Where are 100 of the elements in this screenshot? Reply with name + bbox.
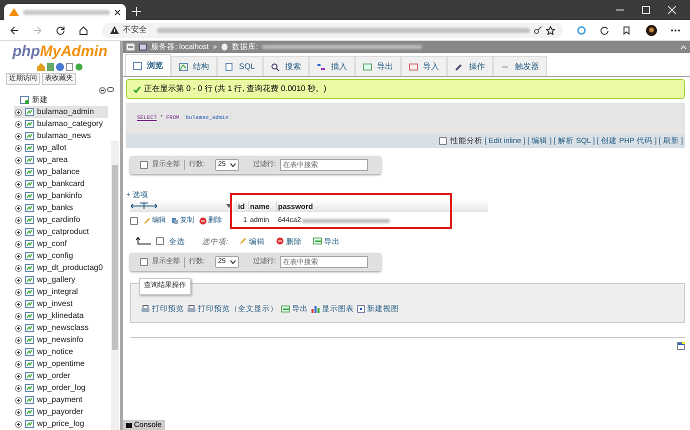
expand-icon[interactable] (15, 348, 22, 356)
expand-icon[interactable] (15, 372, 22, 380)
table-tree-item[interactable]: wp_price_log (14, 418, 108, 430)
address-bar[interactable]: 不安全 (102, 22, 563, 38)
table-icon (25, 312, 34, 320)
table-tree-item[interactable]: bulamao_category (14, 118, 108, 130)
nav-tab[interactable]: 搜索 (263, 56, 310, 76)
table-icon (25, 168, 34, 176)
nav-tab[interactable]: 浏览 (125, 54, 171, 76)
collections-icon[interactable] (623, 26, 632, 34)
table-tree-item[interactable]: wp_bankcard (14, 178, 108, 190)
collapse-all-icon[interactable] (99, 87, 106, 94)
table-tree-item[interactable]: wp_catproduct (14, 226, 108, 238)
row-checkbox[interactable] (130, 217, 138, 226)
table-tree-item[interactable]: wp_cardinfo (14, 214, 108, 226)
nav-tab[interactable]: 结构 (171, 56, 217, 76)
table-tree-item[interactable]: wp_invest (14, 298, 108, 310)
expand-icon[interactable] (15, 288, 22, 296)
table-tree-item[interactable]: wp_klinedata (14, 310, 108, 322)
link-icon[interactable] (107, 87, 114, 92)
profiling-checkbox[interactable] (438, 137, 446, 145)
sort-caret-icon[interactable] (226, 204, 232, 208)
table-tree-item[interactable]: wp_newsinfo (14, 334, 108, 346)
expand-icon[interactable] (15, 216, 22, 224)
new-table-icon[interactable] (20, 96, 29, 104)
table-tree-item[interactable]: wp_allot (14, 142, 108, 154)
table-tree-item[interactable]: wp_payment (14, 394, 108, 406)
expand-icon[interactable] (15, 300, 22, 308)
nav-tab[interactable]: SQL (217, 56, 264, 76)
column-resize-arrows-icon[interactable] (130, 202, 158, 210)
close-icon[interactable] (114, 8, 121, 16)
refresh-icon[interactable] (600, 26, 609, 34)
table-tree-item[interactable]: wp_payorder (14, 406, 108, 418)
table-tree-item[interactable]: wp_bankinfo (14, 190, 108, 202)
expand-icon[interactable] (15, 108, 22, 116)
collapse-sidebar-icon[interactable] (126, 43, 135, 51)
back-icon[interactable] (10, 26, 19, 34)
expand-icon[interactable] (15, 384, 22, 392)
expand-icon[interactable] (15, 252, 22, 260)
table-icon (25, 264, 34, 272)
printer-icon (141, 304, 150, 313)
nav-tab[interactable]: 操作 (447, 56, 494, 76)
expand-icon[interactable] (15, 264, 22, 272)
check-all-checkbox[interactable] (156, 237, 164, 246)
nav-tab[interactable]: 导出 (355, 56, 402, 76)
expand-icon[interactable] (15, 396, 22, 404)
expand-icon[interactable] (15, 156, 22, 164)
nav-tab[interactable]: 插入 (309, 56, 356, 76)
collapse-icon[interactable] (680, 44, 687, 50)
table-tree-item[interactable]: wp_gallery (14, 274, 108, 286)
profile-avatar-icon[interactable] (646, 24, 657, 36)
more-icon[interactable] (671, 28, 680, 32)
table-tree-item[interactable]: wp_order_log (14, 382, 108, 394)
expand-icon[interactable] (15, 276, 22, 284)
table-tree-item[interactable]: wp_integral (14, 286, 108, 298)
new-tab-icon[interactable] (132, 7, 141, 16)
expand-icon[interactable] (15, 312, 22, 320)
table-tree-item[interactable]: wp_opentime (14, 358, 108, 370)
table-tree-item[interactable]: wp_banks (14, 202, 108, 214)
table-tree-item[interactable]: wp_conf (14, 238, 108, 250)
table-tree-item[interactable]: bulamao_admin (14, 106, 108, 118)
show-all-checkbox[interactable] (140, 161, 148, 169)
nav-tab[interactable]: 导入 (401, 56, 448, 76)
expand-icon[interactable] (15, 180, 22, 188)
expand-icon[interactable] (15, 228, 22, 236)
table-tree-item[interactable]: wp_order (14, 370, 108, 382)
phpmyadmin-logo[interactable]: phpMyAdmin (0, 43, 120, 61)
expand-icon[interactable] (15, 360, 22, 368)
expand-icon[interactable] (15, 132, 22, 140)
expand-icon[interactable] (15, 408, 22, 416)
expand-icon[interactable] (15, 420, 22, 428)
expand-icon[interactable] (15, 168, 22, 176)
maximize-icon[interactable] (642, 6, 650, 14)
import-icon (409, 62, 418, 70)
expand-icon[interactable] (15, 144, 22, 152)
scrollbar[interactable] (111, 141, 119, 430)
extension-icon[interactable] (577, 26, 586, 34)
expand-icon[interactable] (15, 240, 22, 248)
table-icon (25, 276, 34, 284)
expand-icon[interactable] (15, 120, 22, 128)
nav-tab[interactable]: 触发器 (493, 56, 548, 76)
table-tree-item[interactable]: bulamao_news (14, 130, 108, 142)
table-tree-item[interactable]: wp_area (14, 154, 108, 166)
table-tree-item[interactable]: wp_config (14, 250, 108, 262)
table-tree-item[interactable]: wp_dt_productag0 (14, 262, 108, 274)
home-icon[interactable] (79, 26, 88, 34)
search-icon (271, 62, 280, 70)
document-icon[interactable] (66, 63, 73, 71)
expand-icon[interactable] (15, 324, 22, 332)
expand-icon[interactable] (15, 204, 22, 212)
bar-chart-icon (311, 304, 320, 313)
table-tree-item[interactable]: wp_newsclass (14, 322, 108, 334)
note-icon[interactable] (677, 342, 685, 350)
key-icon[interactable] (534, 26, 542, 34)
expand-icon[interactable] (15, 192, 22, 200)
table-tree-item[interactable]: wp_balance (14, 166, 108, 178)
table-tree-item[interactable]: wp_notice (14, 346, 108, 358)
expand-icon[interactable] (15, 336, 22, 344)
favorite-icon[interactable] (546, 26, 555, 34)
show-all-checkbox[interactable] (140, 258, 148, 266)
